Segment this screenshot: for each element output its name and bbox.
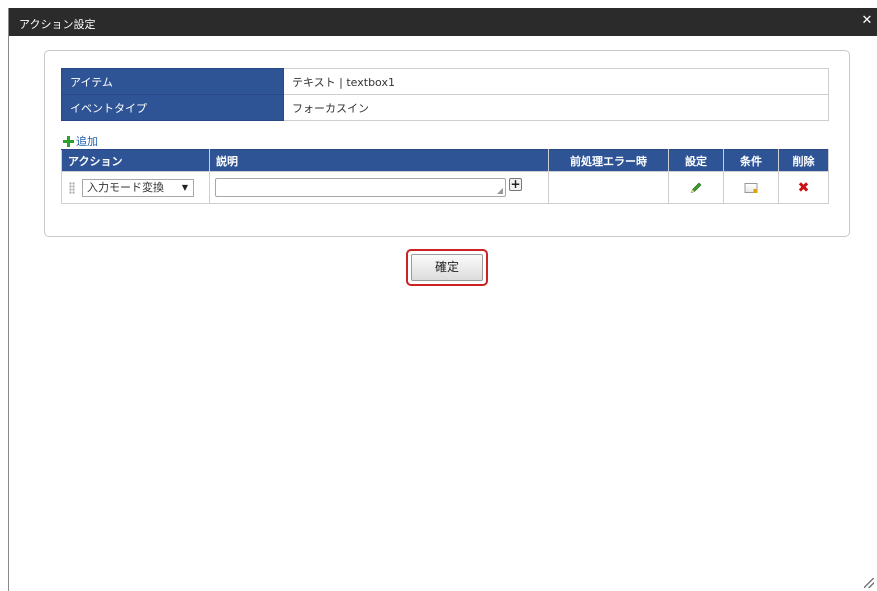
pencil-icon[interactable] xyxy=(690,181,703,194)
condition-cell xyxy=(723,171,779,204)
close-icon[interactable]: ✕ xyxy=(860,14,874,28)
dialog-title: アクション設定 xyxy=(19,18,96,31)
info-header-event-type: イベントタイプ xyxy=(61,94,284,121)
confirm-button[interactable]: 確定 xyxy=(411,254,483,281)
expand-description-button[interactable]: + xyxy=(509,178,522,191)
confirm-highlight: 確定 xyxy=(406,249,488,286)
info-value-event-type: フォーカスイン xyxy=(283,94,829,121)
setting-cell xyxy=(668,171,724,204)
action-settings-dialog: アクション設定 ✕ アイテム テキスト | textbox1 イベントタイプ フ… xyxy=(8,8,877,591)
actions-header-row: アクション 説明 前処理エラー時 設定 条件 削除 xyxy=(61,149,829,172)
description-cell: ◢ + xyxy=(209,171,549,204)
col-header-description: 説明 xyxy=(209,149,549,172)
col-header-delete: 削除 xyxy=(778,149,829,172)
drag-handle-icon[interactable] xyxy=(69,182,75,194)
settings-panel: アイテム テキスト | textbox1 イベントタイプ フォーカスイン 追加 … xyxy=(44,50,850,237)
resize-grip-icon[interactable] xyxy=(864,578,874,588)
description-input[interactable]: ◢ xyxy=(215,178,506,197)
dialog-titlebar[interactable]: アクション設定 ✕ xyxy=(9,8,877,36)
col-header-setting: 設定 xyxy=(668,149,724,172)
dropdown-arrow-icon: ▼ xyxy=(181,183,188,192)
info-row-item: アイテム テキスト | textbox1 xyxy=(61,68,829,95)
plus-icon xyxy=(63,136,74,147)
info-header-item: アイテム xyxy=(61,68,284,95)
delete-x-icon[interactable]: ✖ xyxy=(798,181,810,195)
delete-cell: ✖ xyxy=(778,171,829,204)
add-link-label: 追加 xyxy=(76,135,98,148)
col-header-action: アクション xyxy=(61,149,210,172)
action-cell: 入力モード変換 ▼ xyxy=(61,171,210,204)
add-action-link[interactable]: 追加 xyxy=(63,135,98,149)
info-value-item: テキスト | textbox1 xyxy=(283,68,829,95)
textarea-resize-icon[interactable]: ◢ xyxy=(497,187,503,195)
info-table: アイテム テキスト | textbox1 イベントタイプ フォーカスイン xyxy=(61,68,829,121)
info-row-event-type: イベントタイプ フォーカスイン xyxy=(61,94,829,121)
col-header-pre-error: 前処理エラー時 xyxy=(548,149,669,172)
action-select[interactable]: 入力モード変換 ▼ xyxy=(82,179,194,197)
actions-table: アクション 説明 前処理エラー時 設定 条件 削除 入力モード変換 ▼ ◢ + … xyxy=(61,149,829,204)
memo-icon[interactable] xyxy=(744,182,758,193)
table-row: 入力モード変換 ▼ ◢ + ✖ xyxy=(61,171,829,204)
action-select-value: 入力モード変換 xyxy=(87,181,164,194)
pre-error-cell xyxy=(548,171,669,204)
col-header-condition: 条件 xyxy=(723,149,779,172)
